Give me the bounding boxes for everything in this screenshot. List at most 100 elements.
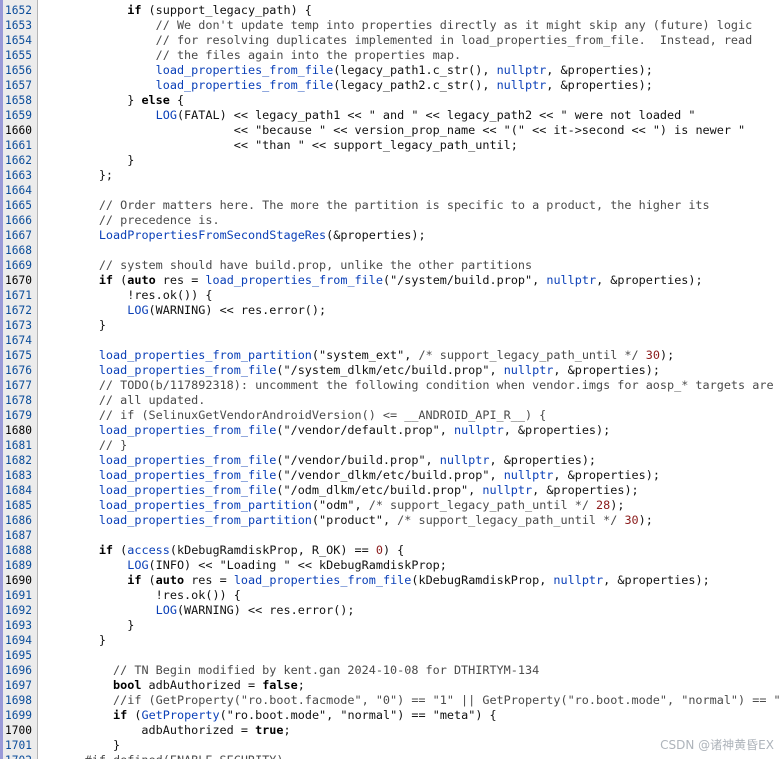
- code-line[interactable]: 1672 LOG(WARNING) << res.error();: [0, 303, 780, 318]
- code-line[interactable]: 1694 }: [0, 633, 780, 648]
- code-line[interactable]: 1663 };: [0, 168, 780, 183]
- code-line[interactable]: 1659 LOG(FATAL) << legacy_path1 << " and…: [0, 108, 780, 123]
- code-line[interactable]: 1661 << "than " << support_legacy_path_u…: [0, 138, 780, 153]
- code-token: /* support_legacy_path_until */: [368, 498, 589, 512]
- code-line[interactable]: 1683 load_properties_from_file("/vendor_…: [0, 468, 780, 483]
- code-token: ) {: [382, 543, 405, 557]
- code-token: " were not loaded ": [560, 108, 696, 122]
- code-token: // precedence is.: [98, 213, 220, 227]
- code-line[interactable]: 1689 LOG(INFO) << "Loading " << kDebugRa…: [0, 558, 780, 573]
- code-line[interactable]: 1702 #if defined(ENABLE_SECURITY): [0, 753, 780, 759]
- code-line[interactable]: 1655 // the files again into the propert…: [0, 48, 780, 63]
- line-number: 1679: [5, 409, 32, 422]
- code-token: load_properties_from_file: [205, 273, 383, 287]
- code-text: //if (GetProperty("ro.boot.facmode", "0"…: [42, 693, 780, 708]
- line-number: 1697: [5, 679, 32, 692]
- line-number: 1686: [5, 514, 32, 527]
- code-text: !res.ok()) {: [42, 588, 241, 603]
- code-token: #if defined(ENABLE_SECURITY): [42, 753, 284, 759]
- code-line[interactable]: 1680 load_properties_from_file("/vendor/…: [0, 423, 780, 438]
- code-line[interactable]: 1654 // for resolving duplicates impleme…: [0, 33, 780, 48]
- code-line[interactable]: 1685 load_properties_from_partition("odm…: [0, 498, 780, 513]
- code-line[interactable]: 1677 // TODO(b/117892318): uncomment the…: [0, 378, 780, 393]
- code-line[interactable]: 1679 // if (SelinuxGetVendorAndroidVersi…: [0, 408, 780, 423]
- code-line[interactable]: 1678 // all updated.: [0, 393, 780, 408]
- code-token: (INFO) <<: [148, 558, 220, 572]
- code-token: , &properties);: [603, 573, 710, 587]
- code-token: adbAuthorized =: [141, 678, 263, 692]
- code-token: (kDebugRamdiskProp,: [411, 573, 554, 587]
- code-text: load_properties_from_file("/vendor_dlkm/…: [42, 468, 660, 483]
- code-line[interactable]: 1670 if (auto res = load_properties_from…: [0, 273, 780, 288]
- code-line[interactable]: 1686 load_properties_from_partition("pro…: [0, 513, 780, 528]
- code-line[interactable]: 1676 load_properties_from_file("/system_…: [0, 363, 780, 378]
- code-line[interactable]: 1656 load_properties_from_file(legacy_pa…: [0, 63, 780, 78]
- code-token: // Order matters here. The more the part…: [98, 198, 710, 212]
- code-token: load_properties_from_partition: [98, 513, 312, 527]
- code-line[interactable]: 1669 // system should have build.prop, u…: [0, 258, 780, 273]
- code-line[interactable]: 1684 load_properties_from_file("/odm_dlk…: [0, 483, 780, 498]
- line-number: 1658: [5, 94, 32, 107]
- code-line[interactable]: 1668: [0, 243, 780, 258]
- code-line[interactable]: 1697 bool adbAuthorized = false;: [0, 678, 780, 693]
- code-token: , &properties);: [489, 453, 597, 467]
- code-token: }: [42, 618, 135, 632]
- code-text: load_properties_from_file("/vendor/build…: [42, 453, 596, 468]
- code-token: // all updated.: [98, 393, 206, 407]
- code-line[interactable]: 1660 << "because " << version_prop_name …: [0, 123, 780, 138]
- code-line[interactable]: 1658 } else {: [0, 93, 780, 108]
- line-number: 1663: [5, 169, 32, 182]
- code-line[interactable]: 1657 load_properties_from_file(legacy_pa…: [0, 78, 780, 93]
- code-line[interactable]: 1673 }: [0, 318, 780, 333]
- code-line[interactable]: 1682 load_properties_from_file("/vendor/…: [0, 453, 780, 468]
- code-line[interactable]: 1699 if (GetProperty("ro.boot.mode", "no…: [0, 708, 780, 723]
- code-token: res =: [155, 273, 206, 287]
- code-line[interactable]: 1652 if (support_legacy_path) {: [0, 3, 780, 18]
- line-number: 1678: [5, 394, 32, 407]
- code-line[interactable]: 1667 LoadPropertiesFromSecondStageRes(&p…: [0, 228, 780, 243]
- code-token: bool: [113, 678, 142, 692]
- code-token: "Loading ": [219, 558, 291, 572]
- code-line[interactable]: 1691 !res.ok()) {: [0, 588, 780, 603]
- code-line[interactable]: 1681 // }: [0, 438, 780, 453]
- code-token: << kDebugRamdiskProp;: [290, 558, 447, 572]
- code-text: if (auto res = load_properties_from_file…: [42, 273, 703, 288]
- code-text: // }: [42, 438, 127, 453]
- code-line[interactable]: 1671 !res.ok()) {: [0, 288, 780, 303]
- code-editor[interactable]: 16511652 if (support_legacy_path) {1653 …: [0, 0, 780, 759]
- line-number: 1666: [5, 214, 32, 227]
- code-token: if: [113, 708, 128, 722]
- code-line[interactable]: 1698 //if (GetProperty("ro.boot.facmode"…: [0, 693, 780, 708]
- code-line[interactable]: 1674: [0, 333, 780, 348]
- code-text: if (GetProperty("ro.boot.mode", "normal"…: [42, 708, 497, 723]
- code-token: , &properties);: [546, 63, 653, 77]
- code-token: (: [276, 363, 284, 377]
- code-lines[interactable]: 16511652 if (support_legacy_path) {1653 …: [0, 0, 780, 759]
- code-line[interactable]: 1687: [0, 528, 780, 543]
- code-text: load_properties_from_partition("product"…: [42, 513, 653, 528]
- code-line[interactable]: 1692 LOG(WARNING) << res.error();: [0, 603, 780, 618]
- code-line[interactable]: 1665 // Order matters here. The more the…: [0, 198, 780, 213]
- line-number: 1693: [5, 619, 32, 632]
- code-text: LOG(INFO) << "Loading " << kDebugRamdisk…: [42, 558, 447, 573]
- code-line[interactable]: 1675 load_properties_from_partition("sys…: [0, 348, 780, 363]
- code-line[interactable]: 1690 if (auto res = load_properties_from…: [0, 573, 780, 588]
- code-line[interactable]: 1688 if (access(kDebugRamdiskProp, R_OK)…: [0, 543, 780, 558]
- line-number: 1674: [5, 334, 32, 347]
- code-line[interactable]: 1666 // precedence is.: [0, 213, 780, 228]
- code-line[interactable]: 1696 // TN Begin modified by kent.gan 20…: [0, 663, 780, 678]
- code-line[interactable]: 1653 // We don't update temp into proper…: [0, 18, 780, 33]
- code-line[interactable]: 1662 }: [0, 153, 780, 168]
- code-token: , &properties);: [553, 468, 660, 482]
- code-line[interactable]: 1695: [0, 648, 780, 663]
- code-token: }: [42, 318, 106, 332]
- code-line[interactable]: 1693 }: [0, 618, 780, 633]
- code-line[interactable]: 1664: [0, 183, 780, 198]
- watermark: CSDN @诸神黄昏EX: [660, 738, 774, 752]
